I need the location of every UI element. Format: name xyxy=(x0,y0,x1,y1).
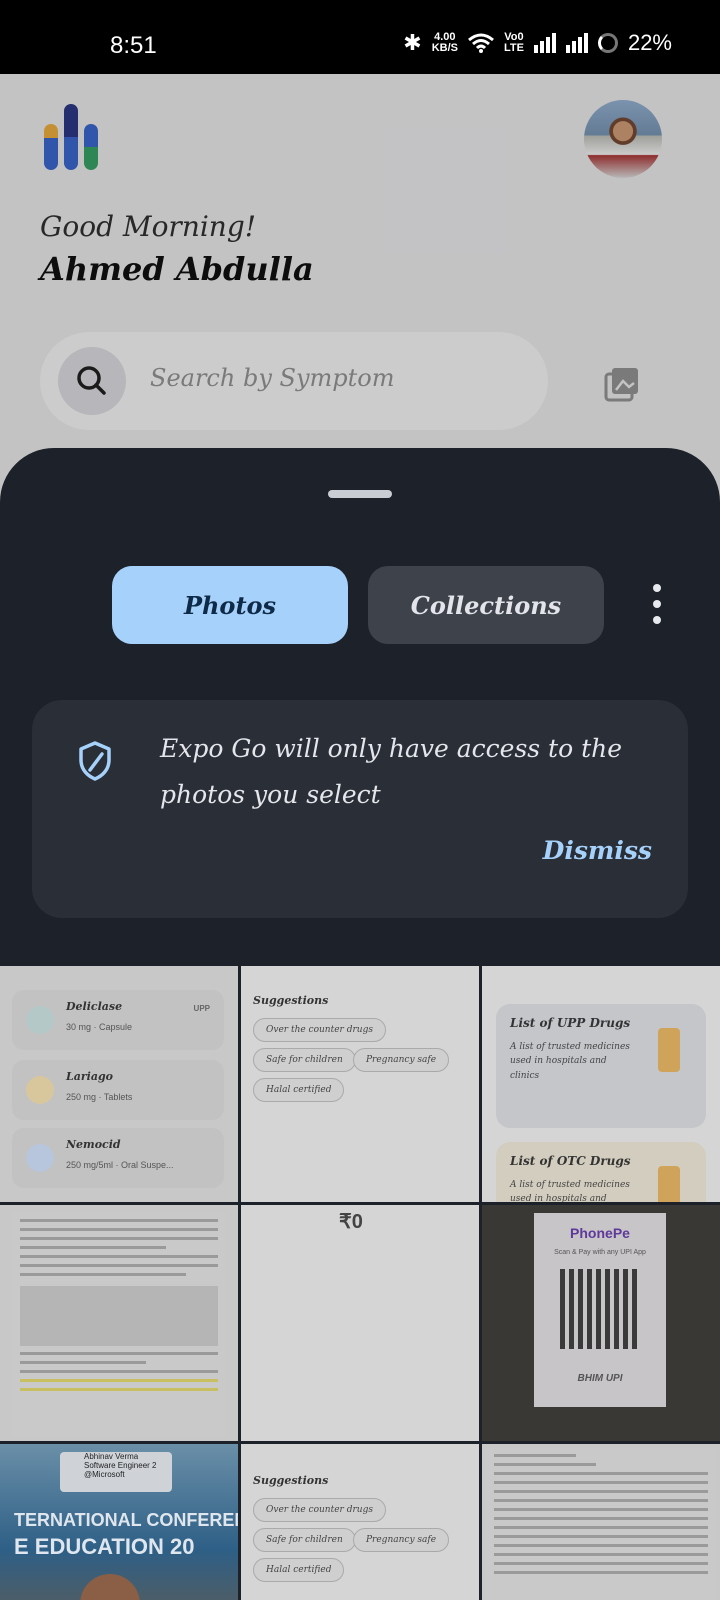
net-speed: 4.00 KB/S xyxy=(432,32,458,54)
med-icon xyxy=(26,1076,54,1104)
volte-bottom: LTE xyxy=(503,42,524,54)
med-icon xyxy=(26,1144,54,1172)
person-photo xyxy=(80,1574,140,1600)
photo-thumbnail[interactable]: List of UPP Drugs A list of trusted medi… xyxy=(482,966,720,1202)
status-icons: ✱ 4.00 KB/S Vo0 LTE 22% xyxy=(403,30,672,56)
photo-picker-sheet: Photos Collections Expo Go will only hav… xyxy=(0,448,720,1600)
status-bar: 8:51 ✱ 4.00 KB/S Vo0 LTE 22% xyxy=(0,0,720,74)
med-detail: 30 mg · Capsule xyxy=(66,1022,133,1032)
suggestion-chip: Halal certified xyxy=(253,1558,345,1582)
photo-thumbnail[interactable]: Abhinav Verma Software Engineer 2 @Micro… xyxy=(0,1444,238,1600)
list-title: List of UPP Drugs xyxy=(510,1016,631,1030)
med-card: Lariago 250 mg · Tablets xyxy=(12,1060,224,1120)
suggestion-chip: Over the counter drugs xyxy=(253,1498,386,1522)
medicine-bottle-icon xyxy=(658,1028,680,1072)
tab-collections[interactable]: Collections xyxy=(368,566,604,644)
photo-thumbnail[interactable]: Suggestions Over the counter drugs Safe … xyxy=(241,1444,479,1600)
shield-icon xyxy=(79,741,111,781)
badge-role: Software Engineer 2 xyxy=(84,1461,157,1470)
med-card: Deliclase 30 mg · Capsule UPP xyxy=(12,990,224,1050)
net-speed-unit: KB/S xyxy=(431,42,458,54)
photo-thumbnail[interactable]: Suggestions Over the counter drugs Safe … xyxy=(241,966,479,1202)
list-title: List of OTC Drugs xyxy=(510,1154,631,1168)
badge-person: Abhinav Verma xyxy=(84,1452,139,1461)
med-name: Nemocid xyxy=(66,1138,121,1151)
suggestions-title: Suggestions xyxy=(253,994,329,1007)
suggestion-chip: Safe for children xyxy=(253,1528,356,1552)
list-desc: A list of trusted medicines used in hosp… xyxy=(510,1042,630,1081)
phonepe-subtitle: Scan & Pay with any UPI App xyxy=(554,1249,646,1256)
suggestions-title: Suggestions xyxy=(253,1474,329,1487)
list-card: List of OTC Drugs A list of trusted medi… xyxy=(496,1142,706,1202)
volte-indicator: Vo0 LTE xyxy=(504,32,524,54)
drag-handle[interactable] xyxy=(328,490,392,498)
list-card: List of UPP Drugs A list of trusted medi… xyxy=(496,1004,706,1128)
notice-text: Expo Go will only have access to the pho… xyxy=(160,734,623,810)
qr-card: PhonePe Scan & Pay with any UPI App BHIM… xyxy=(534,1213,666,1407)
suggestion-chip: Safe for children xyxy=(253,1048,356,1072)
photo-grid: Deliclase 30 mg · Capsule UPP Lariago 25… xyxy=(0,966,720,1600)
hindi-document-image xyxy=(486,1448,716,1600)
conference-banner-2: E EDUCATION 20 xyxy=(14,1534,195,1559)
suggestion-chip: Over the counter drugs xyxy=(253,1018,386,1042)
signal-icon-1 xyxy=(533,33,556,53)
more-options-icon[interactable] xyxy=(650,584,664,624)
badge-company: @Microsoft xyxy=(84,1470,125,1479)
signal-icon-2 xyxy=(565,33,588,53)
photo-thumbnail[interactable] xyxy=(482,1444,720,1600)
linkedin-badge: Abhinav Verma Software Engineer 2 @Micro… xyxy=(60,1452,172,1492)
med-tag: UPP xyxy=(193,1004,210,1013)
med-detail: 250 mg/5ml · Oral Suspe... xyxy=(66,1160,174,1170)
bhim-upi-logo: BHIM UPI xyxy=(577,1373,623,1384)
med-card: Nemocid 250 mg/5ml · Oral Suspe... xyxy=(12,1128,224,1188)
photo-thumbnail[interactable]: ₹0 xyxy=(241,1205,479,1441)
photo-thumbnail[interactable]: Deliclase 30 mg · Capsule UPP Lariago 25… xyxy=(0,966,238,1202)
battery-icon xyxy=(597,33,618,53)
med-name: Lariago xyxy=(66,1070,113,1083)
conference-photo: Abhinav Verma Software Engineer 2 @Micro… xyxy=(0,1444,238,1600)
qr-code-icon xyxy=(560,1269,640,1349)
battery-level: 22% xyxy=(627,30,672,55)
med-detail: 250 mg · Tablets xyxy=(66,1092,133,1102)
phonepe-qr-photo: PhonePe Scan & Pay with any UPI App BHIM… xyxy=(482,1205,720,1441)
med-icon xyxy=(26,1006,54,1034)
clock: 8:51 xyxy=(110,32,157,59)
suggestion-chip: Pregnancy safe xyxy=(353,1528,450,1552)
access-notice: Expo Go will only have access to the pho… xyxy=(32,700,688,918)
bluetooth-icon: ✱ xyxy=(403,30,422,55)
wifi-icon xyxy=(468,33,494,53)
photo-thumbnail[interactable]: PhonePe Scan & Pay with any UPI App BHIM… xyxy=(482,1205,720,1441)
suggestion-chip: Halal certified xyxy=(253,1078,345,1102)
photo-thumbnail[interactable] xyxy=(0,1205,238,1441)
list-desc: A list of trusted medicines used in hosp… xyxy=(510,1180,630,1202)
dismiss-button[interactable]: Dismiss xyxy=(543,836,652,865)
phonepe-title: PhonePe xyxy=(570,1225,630,1241)
tab-photos[interactable]: Photos xyxy=(112,566,348,644)
medicine-bottle-icon xyxy=(658,1166,680,1202)
suggestion-chip: Pregnancy safe xyxy=(353,1048,450,1072)
med-name: Deliclase xyxy=(66,1000,123,1013)
rupee-amount: ₹0 xyxy=(339,1211,363,1233)
document-image xyxy=(12,1213,226,1437)
conference-banner: TERNATIONAL CONFERENCE O xyxy=(14,1510,238,1530)
